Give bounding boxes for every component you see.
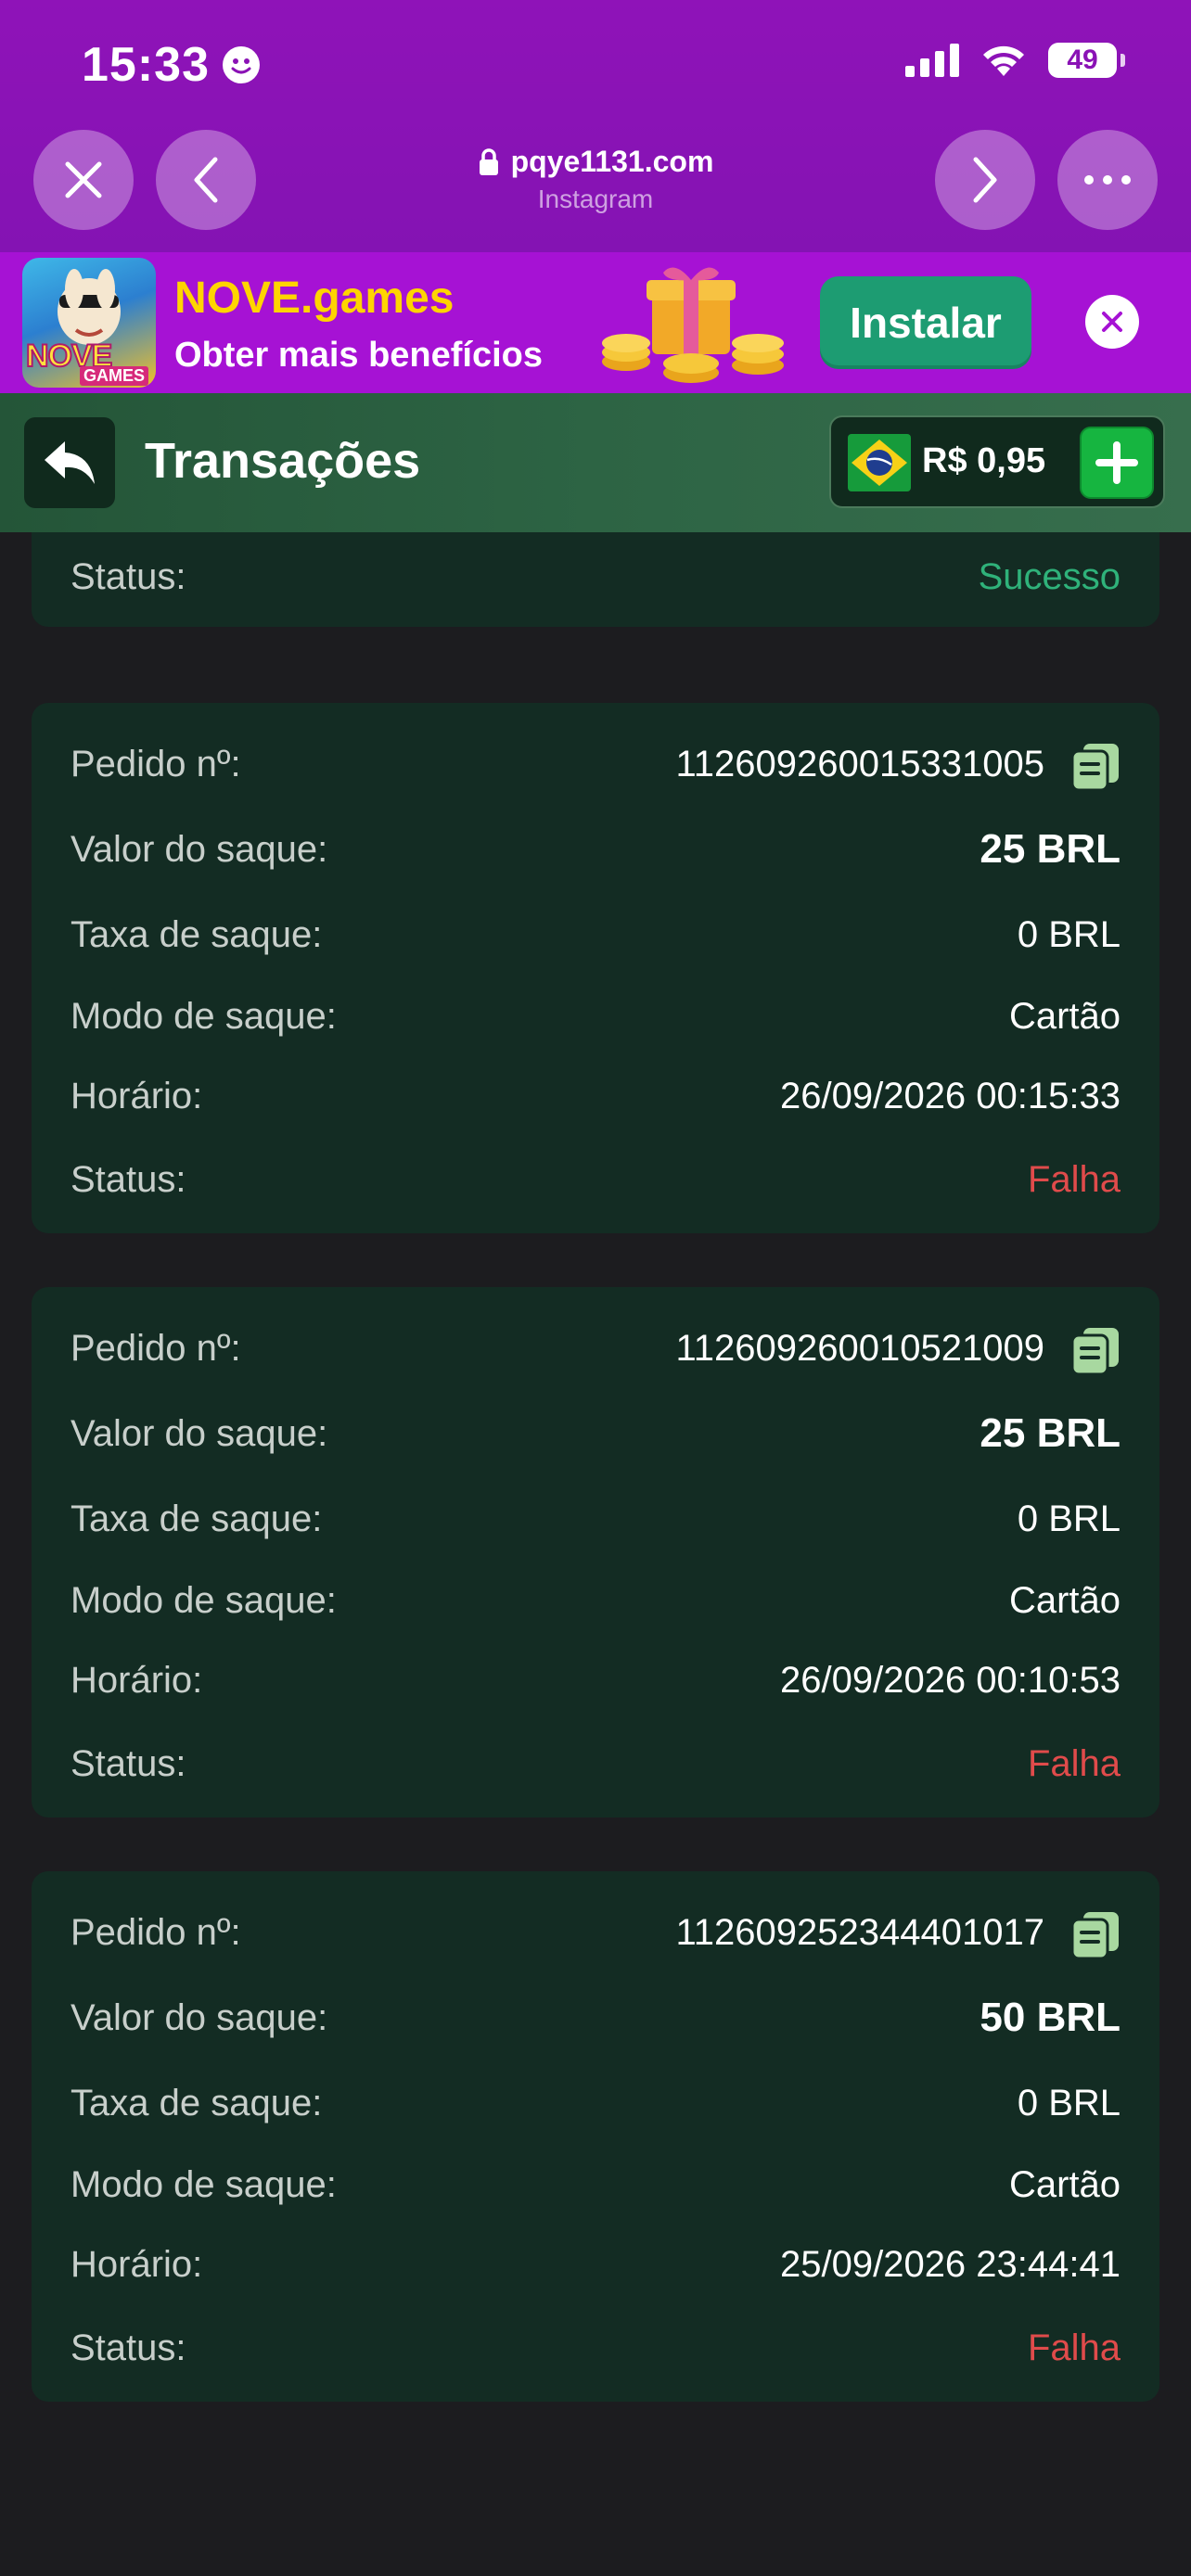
mode-value: Cartão (1008, 1580, 1121, 1621)
browser-chrome: 15:33 49 pqye1131.com Instagram (0, 0, 1191, 252)
mode-label: Modo de saque: (70, 2164, 337, 2205)
transactions-list[interactable]: Status: Sucesso Pedido nº: 1126092600153… (0, 532, 1191, 2576)
close-icon (1102, 312, 1122, 332)
amount-row: Valor do saque: 25 BRL (70, 1406, 1121, 1461)
fee-label: Taxa de saque: (70, 1498, 323, 1539)
copy-icon[interactable] (1070, 1326, 1121, 1376)
balance-widget: R$ 0,95 (829, 415, 1165, 508)
transaction-card: Pedido nº: 112609260015331005 Valor do s… (32, 703, 1159, 1233)
mode-row: Modo de saque: Cartão (70, 1573, 1121, 1628)
chevron-right-icon (973, 157, 997, 203)
order-label: Pedido nº: (70, 1912, 241, 1953)
order-row: Pedido nº: 112609260010521009 (70, 1320, 1121, 1376)
mode-label: Modo de saque: (70, 996, 337, 1037)
ad-subtitle: Obter mais benefícios (174, 336, 544, 375)
cellular-signal-icon (905, 44, 959, 77)
status-row: Status: Sucesso (70, 549, 1121, 605)
order-row: Pedido nº: 112609260015331005 (70, 736, 1121, 792)
back-button[interactable] (24, 417, 115, 508)
fee-label: Taxa de saque: (70, 914, 323, 955)
transaction-card-partial: Status: Sucesso (32, 532, 1159, 627)
order-label: Pedido nº: (70, 744, 241, 784)
status-label: Status: (70, 1743, 186, 1784)
app-install-banner: NOVE GAMES NOVE.games Obter mais benefíc… (0, 252, 1191, 393)
ad-title: NOVE.games (174, 274, 455, 323)
fee-row: Taxa de saque: 0 BRL (70, 1491, 1121, 1547)
time-value: 26/09/2026 00:10:53 (779, 1660, 1121, 1701)
order-number: 112609252344401017 (675, 1912, 1044, 1953)
status-row: Status: Falha (70, 1152, 1121, 1207)
ellipsis-icon (1084, 175, 1131, 185)
clock: 15:33 (82, 37, 260, 93)
status-icons: 49 (905, 43, 1125, 78)
logo-text-games: GAMES (79, 366, 148, 386)
status-value: Falha (1027, 2327, 1121, 2368)
fee-value: 0 BRL (1017, 914, 1121, 955)
gift-coins-icon (602, 267, 784, 383)
dismiss-banner-button[interactable] (1085, 295, 1139, 349)
lock-icon (479, 147, 498, 175)
battery-icon: 49 (1048, 43, 1125, 78)
time-label: Horário: (70, 1660, 203, 1701)
order-label: Pedido nº: (70, 1328, 241, 1369)
fee-value: 0 BRL (1017, 1498, 1121, 1539)
url-text: pqye1131.com (510, 145, 714, 178)
status-row: Status: Falha (70, 1736, 1121, 1792)
mode-value: Cartão (1008, 996, 1121, 1037)
status-label: Status: (70, 2327, 186, 2368)
install-button[interactable]: Instalar (820, 276, 1031, 369)
mode-label: Modo de saque: (70, 1580, 337, 1621)
page-title: Transações (145, 433, 421, 489)
mode-value: Cartão (1008, 2164, 1121, 2205)
amount-label: Valor do saque: (70, 829, 328, 870)
forward-nav-button[interactable] (935, 130, 1035, 230)
status-value: Sucesso (978, 556, 1121, 597)
amount-label: Valor do saque: (70, 1413, 328, 1454)
status-label: Status: (70, 556, 186, 597)
order-number: 112609260010521009 (675, 1328, 1044, 1369)
time-row: Horário: 25/09/2026 23:44:41 (70, 2237, 1121, 2292)
status-bar: 15:33 49 (0, 0, 1191, 130)
plus-icon (1095, 441, 1138, 484)
status-value: Falha (1027, 1743, 1121, 1784)
amount-value: 25 BRL (980, 826, 1121, 872)
copy-icon[interactable] (1070, 1910, 1121, 1960)
app-header: Transações R$ 0,95 (0, 393, 1191, 532)
time-row: Horário: 26/09/2026 00:10:53 (70, 1652, 1121, 1708)
time-label: Horário: (70, 1076, 203, 1116)
time-value: 26/09/2026 00:15:33 (779, 1076, 1121, 1116)
fee-label: Taxa de saque: (70, 2083, 323, 2123)
amount-value: 50 BRL (980, 1995, 1121, 2040)
more-options-button[interactable] (1057, 130, 1158, 230)
fee-row: Taxa de saque: 0 BRL (70, 907, 1121, 963)
brazil-flag-icon (848, 434, 911, 491)
transaction-card: Pedido nº: 112609260010521009 Valor do s… (32, 1287, 1159, 1817)
focus-smiley-icon (223, 46, 260, 83)
status-value: Falha (1027, 1159, 1121, 1200)
transaction-card: Pedido nº: 112609252344401017 Valor do s… (32, 1871, 1159, 2402)
time-label: Horário: (70, 2244, 203, 2285)
fee-row: Taxa de saque: 0 BRL (70, 2075, 1121, 2131)
status-row: Status: Falha (70, 2320, 1121, 2376)
amount-value: 25 BRL (980, 1410, 1121, 1456)
mode-row: Modo de saque: Cartão (70, 2157, 1121, 2213)
mode-row: Modo de saque: Cartão (70, 988, 1121, 1044)
balance-amount: R$ 0,95 (922, 441, 1046, 480)
time-value: 25/09/2026 23:44:41 (779, 2244, 1121, 2285)
deposit-button[interactable] (1080, 427, 1154, 499)
amount-label: Valor do saque: (70, 1997, 328, 2038)
status-label: Status: (70, 1159, 186, 1200)
nove-games-logo: NOVE GAMES (22, 258, 156, 388)
time-row: Horário: 26/09/2026 00:15:33 (70, 1068, 1121, 1124)
copy-icon[interactable] (1070, 742, 1121, 792)
amount-row: Valor do saque: 50 BRL (70, 1990, 1121, 2046)
order-row: Pedido nº: 112609252344401017 (70, 1905, 1121, 1960)
order-number: 112609260015331005 (675, 744, 1044, 784)
fee-value: 0 BRL (1017, 2083, 1121, 2123)
reply-arrow-icon (45, 441, 95, 484)
wifi-icon (983, 45, 1024, 76)
clock-time: 15:33 (82, 38, 210, 92)
amount-row: Valor do saque: 25 BRL (70, 822, 1121, 877)
